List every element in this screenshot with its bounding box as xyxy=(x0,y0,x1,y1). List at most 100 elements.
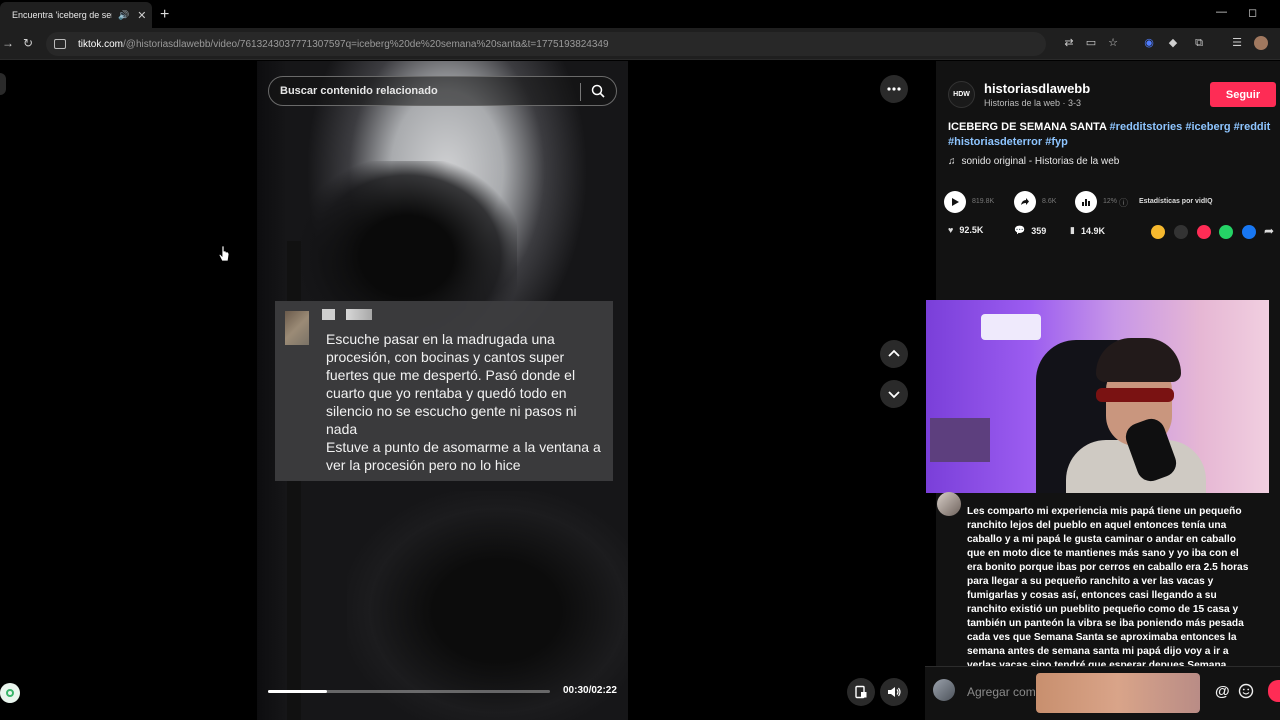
my-avatar xyxy=(933,679,955,701)
hashtag-link[interactable]: #fyp xyxy=(1045,136,1068,148)
hashtag-link[interactable]: #reddit xyxy=(1234,121,1271,133)
post-comment-button[interactable] xyxy=(1268,680,1280,702)
comments-count: 359 xyxy=(1031,225,1047,236)
views-count: 819.8K xyxy=(972,198,995,205)
url-path: /@historiasdlawebb/video/761324303777130… xyxy=(123,38,609,50)
chevron-up-icon xyxy=(888,349,900,357)
quote-text: Escuche pasar en la madrugada una proces… xyxy=(326,331,601,473)
extensions-puzzle-icon[interactable]: ⧉ xyxy=(1192,36,1206,50)
next-video-button[interactable] xyxy=(880,380,908,408)
share-arrow-icon[interactable] xyxy=(1014,191,1036,213)
search-icon[interactable] xyxy=(591,84,605,98)
tiktok-page: Buscar contenido relacionado Escuche pas… xyxy=(0,61,1280,720)
comment-button[interactable]: 💬 359 xyxy=(1014,225,1046,236)
saves-count: 14.9K xyxy=(1080,225,1105,236)
creator-subline: Historias de la web · 3-3 xyxy=(984,98,1082,108)
follow-button[interactable]: Seguir xyxy=(1210,82,1276,107)
like-button[interactable]: ♥ 92.5K xyxy=(948,225,983,235)
video-quote-card: Escuche pasar en la madrugada una proces… xyxy=(275,301,613,481)
extension-diamond-icon[interactable]: ◆ xyxy=(1166,36,1180,50)
vidiq-label: Estadísticas por vidIQ xyxy=(1139,198,1213,205)
comment-icon: 💬 xyxy=(1014,225,1026,235)
minimize-button[interactable]: — xyxy=(1216,6,1227,18)
comment-input[interactable]: Agregar com xyxy=(967,685,1036,699)
previous-video-button[interactable] xyxy=(880,340,908,368)
related-search-placeholder: Buscar contenido relacionado xyxy=(280,85,438,97)
new-tab-button[interactable]: + xyxy=(160,6,169,24)
side-edge-tab[interactable] xyxy=(0,73,6,95)
speaker-icon xyxy=(888,687,901,697)
menu-lines-icon[interactable]: ☰ xyxy=(1230,36,1244,50)
music-note-icon: ♫ xyxy=(948,156,956,167)
browser-tabbar: Encuentra 'iceberg de sema 🔊 ✕ + — ◻ xyxy=(0,0,1280,28)
blurred-name xyxy=(322,309,335,320)
creator-username[interactable]: historiasdlawebb xyxy=(984,81,1090,96)
translate-icon[interactable]: ⇄ xyxy=(1062,36,1076,50)
webcam-shelf xyxy=(930,418,990,462)
blurred-avatar xyxy=(285,311,309,345)
bookmark-star-icon[interactable]: ☆ xyxy=(1106,36,1120,50)
tab-title: Encuentra 'iceberg de sema xyxy=(12,10,112,20)
volume-button[interactable] xyxy=(880,678,908,706)
floating-player-button[interactable] xyxy=(847,678,875,706)
blurred-overlay xyxy=(1036,673,1200,713)
hand-cursor-icon xyxy=(218,245,230,262)
share-more-icon[interactable]: ➦ xyxy=(1264,224,1274,238)
mention-at-icon[interactable]: @ xyxy=(1215,683,1230,700)
send-share-icon[interactable] xyxy=(1197,225,1211,239)
cast-icon[interactable]: ▭ xyxy=(1084,36,1098,50)
likes-count: 92.5K xyxy=(959,225,984,235)
embed-code-icon[interactable] xyxy=(1174,225,1188,239)
info-icon[interactable]: ⓘ xyxy=(1119,196,1128,209)
site-info-icon[interactable] xyxy=(54,39,66,49)
more-options-button[interactable] xyxy=(880,75,908,103)
save-button[interactable]: ▮ 14.9K xyxy=(1070,225,1105,236)
webcam-overlay xyxy=(926,300,1269,493)
vidiq-stats-row: 819.8K 8.6K 12% ⓘ Estadísticas por vidIQ xyxy=(944,191,1280,215)
extension-blue-icon[interactable]: ◉ xyxy=(1142,36,1156,50)
emoji-icon[interactable] xyxy=(1238,683,1254,699)
play-icon[interactable] xyxy=(944,191,966,213)
sound-name: sonido original - Historias de la web xyxy=(961,156,1120,167)
browser-tab[interactable]: Encuentra 'iceberg de sema 🔊 ✕ xyxy=(0,2,152,28)
url-host: tiktok.com xyxy=(78,38,124,50)
coin-share-icon[interactable] xyxy=(1151,225,1165,239)
facebook-icon[interactable] xyxy=(1242,225,1256,239)
restore-button[interactable]: ◻ xyxy=(1248,6,1257,19)
bar-chart-icon[interactable] xyxy=(1075,191,1097,213)
more-dots-icon xyxy=(887,87,901,91)
creator-avatar[interactable]: HDW xyxy=(948,81,975,108)
speaker-icon[interactable]: 🔊 xyxy=(118,10,129,21)
video-progress-bar[interactable] xyxy=(268,690,550,693)
address-bar-row: → ↻ tiktok.com /@historiasdlawebb/video/… xyxy=(0,28,1280,60)
hashtag-link[interactable]: #redditstories xyxy=(1110,121,1183,133)
video-description: ICEBERG DE SEMANA SANTA #redditstories #… xyxy=(948,120,1276,150)
blurred-name-2 xyxy=(346,309,372,320)
forward-icon[interactable]: → xyxy=(2,36,14,50)
reload-icon[interactable]: ↻ xyxy=(23,36,33,50)
webcam-wall-unit xyxy=(981,314,1041,340)
description-title: ICEBERG DE SEMANA SANTA xyxy=(948,121,1110,133)
whatsapp-icon[interactable] xyxy=(1219,225,1233,239)
webcam-person-glasses xyxy=(1096,388,1174,402)
heart-icon: ♥ xyxy=(948,225,954,235)
profile-avatar[interactable] xyxy=(1254,36,1268,50)
floating-player-icon xyxy=(855,685,867,699)
commenter-avatar[interactable] xyxy=(937,492,961,516)
engagement-percent: 12% xyxy=(1103,198,1118,205)
hashtag-link[interactable]: #historiasdeterror xyxy=(948,136,1042,148)
floating-widget-icon[interactable] xyxy=(0,683,20,703)
chevron-down-icon xyxy=(888,391,900,399)
close-icon[interactable]: ✕ xyxy=(137,9,146,22)
webcam-person-hair xyxy=(1096,338,1181,382)
hashtag-link[interactable]: #iceberg xyxy=(1185,121,1230,133)
search-divider xyxy=(580,83,581,101)
related-search-input[interactable]: Buscar contenido relacionado xyxy=(268,76,617,106)
video-progress-fill xyxy=(268,690,328,693)
shares-count-small: 8.6K xyxy=(1042,198,1057,205)
video-time: 00:30/02:22 xyxy=(563,685,617,696)
engagement-actions: ♥ 92.5K 💬 359 ▮ 14.9K ➦ xyxy=(944,223,1280,241)
url-bar[interactable]: tiktok.com /@historiasdlawebb/video/7613… xyxy=(46,32,1046,56)
bookmark-icon: ▮ xyxy=(1070,225,1075,235)
sound-link[interactable]: ♫ sonido original - Historias de la web xyxy=(948,156,1119,167)
